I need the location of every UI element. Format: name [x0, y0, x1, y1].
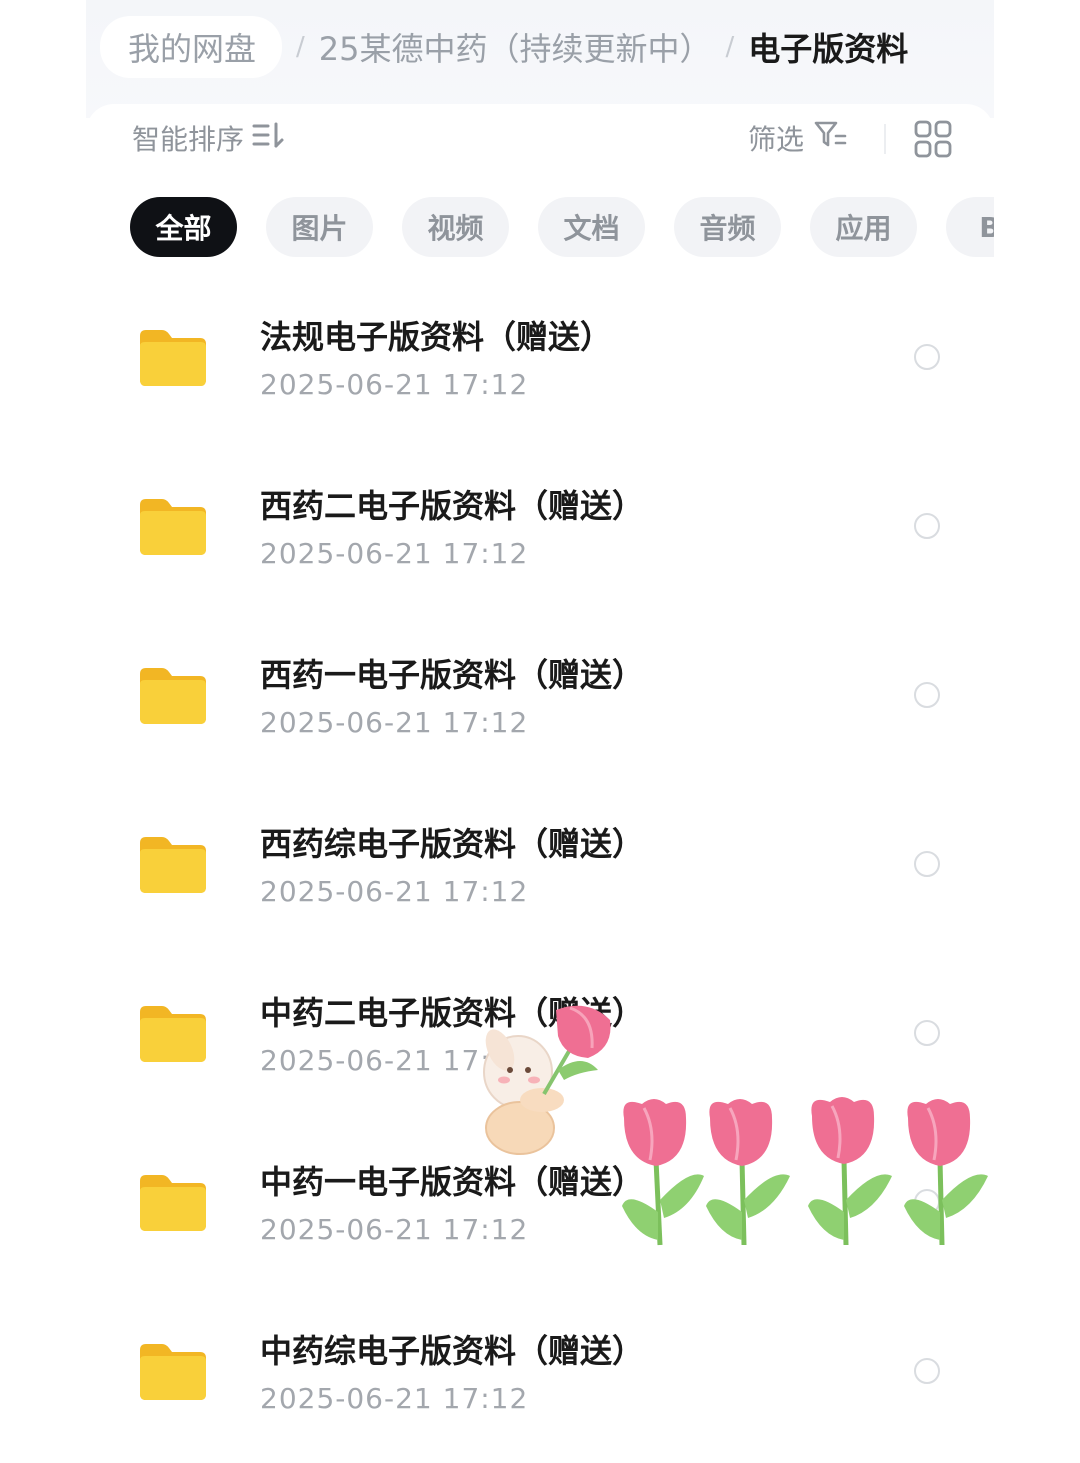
category-tab[interactable]: 应用 [810, 197, 917, 257]
folder-icon [136, 495, 210, 557]
tulip-sticker [460, 1000, 1000, 1260]
category-tab[interactable]: BT [946, 197, 994, 257]
file-name: 法规电子版资料（赠送） [260, 318, 613, 356]
category-tab[interactable]: 文档 [538, 197, 645, 257]
bunny-sticker [483, 1005, 611, 1155]
toolbar-divider [884, 124, 886, 154]
select-radio[interactable] [914, 1358, 940, 1384]
select-radio[interactable] [914, 344, 940, 370]
file-name: 西药综电子版资料（赠送） [260, 825, 645, 863]
file-row[interactable]: 西药综电子版资料（赠送） 2025-06-21 17:12 [0, 787, 1080, 956]
breadcrumb-separator: / [296, 32, 305, 62]
category-tabs: 全部图片视频文档音频应用 BT [130, 197, 994, 257]
select-radio[interactable] [914, 851, 940, 877]
tulip-3 [808, 1097, 892, 1246]
file-row[interactable]: 西药二电子版资料（赠送） 2025-06-21 17:12 [0, 449, 1080, 618]
grid-view-icon[interactable] [914, 120, 952, 162]
file-date: 2025-06-21 17:12 [260, 368, 529, 401]
breadcrumb-parent[interactable]: 25某德中药（持续更新中） [319, 24, 712, 70]
select-radio[interactable] [914, 513, 940, 539]
category-tab[interactable]: 视频 [402, 197, 509, 257]
breadcrumb-separator: / [725, 32, 735, 62]
folder-icon [136, 1340, 210, 1402]
sort-icon [252, 120, 286, 157]
tulip-2 [706, 1099, 790, 1246]
file-date: 2025-06-21 17:12 [260, 706, 529, 739]
folder-icon [136, 664, 210, 726]
breadcrumb-root[interactable]: 我的网盘 [100, 16, 283, 78]
sort-button[interactable]: 智能排序 [132, 116, 286, 160]
tulip-4 [904, 1099, 988, 1246]
folder-icon [136, 1171, 210, 1233]
file-name: 西药一电子版资料（赠送） [260, 656, 645, 694]
file-date: 2025-06-21 17:12 [260, 875, 529, 908]
folder-icon [136, 833, 210, 895]
file-row[interactable]: 法规电子版资料（赠送） 2025-06-21 17:12 [0, 280, 1080, 449]
file-name: 西药二电子版资料（赠送） [260, 487, 645, 525]
category-tab[interactable]: 图片 [266, 197, 373, 257]
folder-icon [136, 1002, 210, 1064]
sort-label: 智能排序 [132, 123, 245, 156]
filter-button[interactable]: 筛选 [748, 116, 848, 160]
folder-icon [136, 326, 210, 388]
filter-label: 筛选 [748, 123, 805, 156]
select-radio[interactable] [914, 682, 940, 708]
file-row[interactable]: 中药综电子版资料（赠送） 2025-06-21 17:12 [0, 1294, 1080, 1463]
breadcrumb: 我的网盘 / 25某德中药（持续更新中） / 电子版资料 [100, 10, 980, 84]
category-tab[interactable]: 全部 [130, 197, 237, 257]
tulip-1 [622, 1099, 704, 1246]
file-date: 2025-06-21 17:12 [260, 537, 529, 570]
breadcrumb-current: 电子版资料 [748, 30, 909, 68]
file-row[interactable]: 西药一电子版资料（赠送） 2025-06-21 17:12 [0, 618, 1080, 787]
file-date: 2025-06-21 17:12 [260, 1382, 529, 1415]
filter-icon [804, 120, 848, 157]
category-tab[interactable]: 音频 [674, 197, 781, 257]
file-name: 中药综电子版资料（赠送） [260, 1332, 645, 1370]
